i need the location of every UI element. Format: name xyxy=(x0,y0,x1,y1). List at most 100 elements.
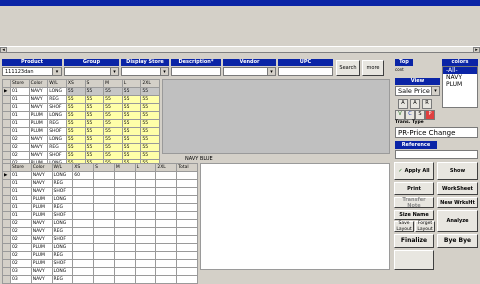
table-cell[interactable] xyxy=(113,179,136,188)
table-cell[interactable] xyxy=(176,267,198,276)
row-key-cell[interactable]: 01 xyxy=(10,119,30,128)
table-cell[interactable]: 55 xyxy=(84,151,105,160)
row-key-cell[interactable]: PLUM xyxy=(30,203,53,212)
table-cell[interactable]: 55 xyxy=(121,151,142,160)
table-cell[interactable]: 55 xyxy=(65,103,86,112)
table-cell[interactable]: 55 xyxy=(140,127,160,136)
table-cell[interactable] xyxy=(134,179,157,188)
row-key-cell[interactable]: NAVY xyxy=(28,143,49,152)
column-header[interactable]: L xyxy=(121,79,142,88)
letter-button-p[interactable]: P xyxy=(425,110,435,120)
table-cell[interactable] xyxy=(113,187,136,196)
show-button[interactable]: Show xyxy=(437,162,478,180)
bye-bye-button[interactable]: Bye Bye xyxy=(437,234,478,248)
table-cell[interactable] xyxy=(176,187,198,196)
letter-button-a1[interactable]: A xyxy=(398,99,408,109)
table-cell[interactable]: 55 xyxy=(121,87,142,96)
table-cell[interactable] xyxy=(113,195,136,204)
colors-list[interactable]: -All- NAVY PLUM xyxy=(442,66,478,108)
table-cell[interactable] xyxy=(93,243,115,252)
table-cell[interactable] xyxy=(93,211,115,220)
row-key-cell[interactable]: 02 xyxy=(10,227,32,236)
table-row[interactable]: 01 PLUM SHOF 55 55 55 55 55 xyxy=(2,127,160,136)
table-cell[interactable] xyxy=(155,259,178,268)
table-cell[interactable] xyxy=(134,219,157,228)
row-key-cell[interactable]: 03 xyxy=(10,267,32,276)
row-indicator[interactable]: ▶ xyxy=(2,87,11,96)
row-key-cell[interactable]: 02 xyxy=(10,259,32,268)
table-cell[interactable] xyxy=(113,171,136,180)
table-cell[interactable] xyxy=(113,227,136,236)
vendor-select[interactable]: ▾ xyxy=(223,67,276,76)
description-input[interactable] xyxy=(171,67,221,76)
table-cell[interactable] xyxy=(72,227,95,236)
row-key-cell[interactable]: 01 xyxy=(10,195,32,204)
table-cell[interactable]: 55 xyxy=(103,87,123,96)
table-cell[interactable]: 55 xyxy=(65,87,86,96)
table-cell[interactable] xyxy=(155,267,178,276)
table-cell[interactable]: 55 xyxy=(121,111,142,120)
table-cell[interactable] xyxy=(93,187,115,196)
row-indicator[interactable] xyxy=(2,103,11,112)
scroll-right-arrow[interactable]: ▸ xyxy=(473,47,480,53)
table-cell[interactable] xyxy=(72,187,95,196)
row-indicator[interactable] xyxy=(2,127,11,136)
row-indicator[interactable] xyxy=(2,259,11,268)
row-key-cell[interactable]: REG xyxy=(47,95,67,104)
row-indicator[interactable]: ▶ xyxy=(2,171,11,180)
row-key-cell[interactable]: 02 xyxy=(10,135,30,144)
table-row[interactable]: 01 PLUM LONG 55 55 55 55 55 xyxy=(2,111,160,120)
table-row[interactable]: 01 NAVY SHOF 55 55 55 55 55 xyxy=(2,103,160,112)
table-cell[interactable] xyxy=(176,171,198,180)
table-cell[interactable] xyxy=(72,235,95,244)
table-cell[interactable] xyxy=(176,203,198,212)
print-button[interactable]: Print xyxy=(394,182,434,195)
row-key-cell[interactable]: PLUM xyxy=(30,259,53,268)
row-indicator[interactable] xyxy=(2,203,11,212)
letter-button-r[interactable]: R xyxy=(422,99,432,109)
save-layout-button[interactable]: Save Layout xyxy=(394,221,414,232)
column-header[interactable]: XS xyxy=(65,79,86,88)
row-key-cell[interactable]: REG xyxy=(51,179,74,188)
table-cell[interactable] xyxy=(93,219,115,228)
row-key-cell[interactable]: 01 xyxy=(10,95,30,104)
table-cell[interactable] xyxy=(176,179,198,188)
table-cell[interactable]: 55 xyxy=(65,151,86,160)
row-key-cell[interactable]: LONG xyxy=(51,219,74,228)
table-row[interactable]: 02 PLUM REG xyxy=(2,251,198,260)
row-key-cell[interactable]: NAVY xyxy=(30,235,53,244)
table-cell[interactable] xyxy=(176,243,198,252)
table-cell[interactable] xyxy=(93,259,115,268)
table-cell[interactable] xyxy=(155,243,178,252)
row-key-cell[interactable]: 02 xyxy=(10,143,30,152)
table-cell[interactable] xyxy=(134,171,157,180)
row-indicator[interactable] xyxy=(2,235,11,244)
column-header[interactable]: W/L xyxy=(51,163,74,172)
row-indicator[interactable] xyxy=(2,111,11,120)
table-cell[interactable]: 55 xyxy=(121,119,142,128)
table-cell[interactable]: 55 xyxy=(84,87,105,96)
row-key-cell[interactable]: LONG xyxy=(51,171,74,180)
table-cell[interactable] xyxy=(113,219,136,228)
row-key-cell[interactable]: SHOF xyxy=(47,103,67,112)
table-cell[interactable] xyxy=(155,195,178,204)
row-indicator[interactable] xyxy=(2,135,11,144)
row-key-cell[interactable]: PLUM xyxy=(30,251,53,260)
table-cell[interactable] xyxy=(113,267,136,276)
row-key-cell[interactable]: LONG xyxy=(47,87,67,96)
table-row[interactable]: 01 NAVY REG xyxy=(2,179,198,188)
row-key-cell[interactable]: REG xyxy=(47,143,67,152)
table-cell[interactable]: 55 xyxy=(84,127,105,136)
table-cell[interactable] xyxy=(72,267,95,276)
row-indicator[interactable] xyxy=(2,267,11,276)
table-cell[interactable]: 55 xyxy=(121,127,142,136)
table-row[interactable]: 03 NAVY REG xyxy=(2,275,198,284)
row-key-cell[interactable]: NAVY xyxy=(30,219,53,228)
table-cell[interactable]: 55 xyxy=(140,151,160,160)
color-item-all[interactable]: -All- xyxy=(443,67,477,74)
column-header[interactable]: Color xyxy=(30,163,53,172)
table-cell[interactable] xyxy=(155,275,178,284)
table-row[interactable]: ▶ 01 NAVY LONG 60 xyxy=(2,171,198,180)
row-key-cell[interactable]: LONG xyxy=(51,243,74,252)
row-key-cell[interactable]: 01 xyxy=(10,127,30,136)
